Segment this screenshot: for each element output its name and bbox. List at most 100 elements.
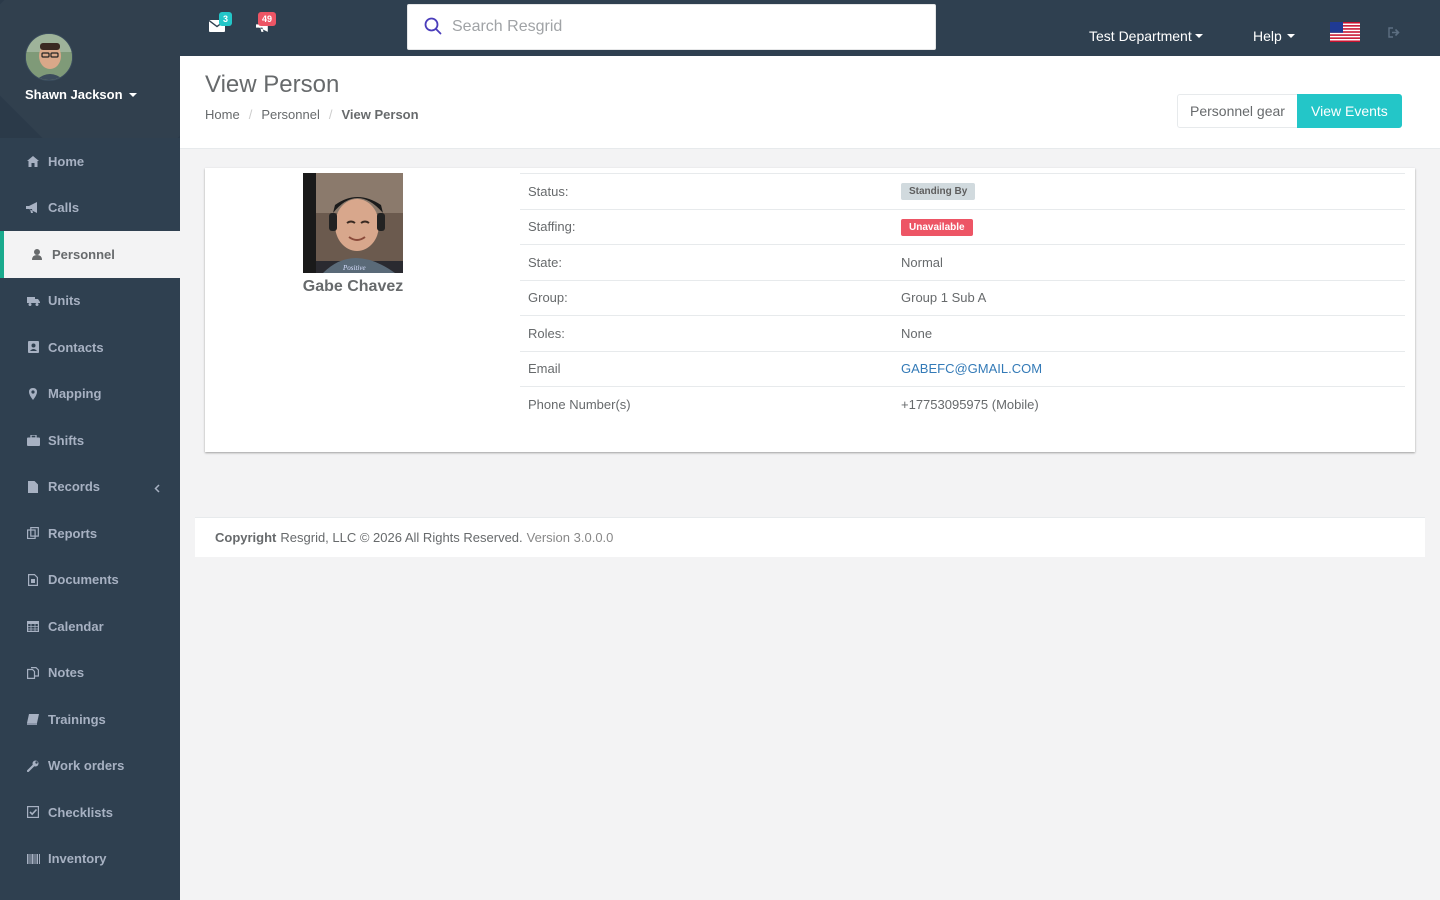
row-value: Unavailable [901, 218, 1405, 236]
row-label: Group: [528, 290, 568, 306]
table-row: Status: Standing By [520, 173, 1405, 209]
breadcrumb-separator: / [248, 107, 253, 122]
file-text-icon [25, 573, 41, 587]
chevron-left-icon [154, 481, 160, 496]
topbar: 3 49 Test Department Help [180, 0, 1440, 56]
sidebar-item-label: Work orders [48, 758, 125, 774]
table-row: Email GABEFC@GMAIL.COM [520, 350, 1405, 387]
sidebar-item-label: Shifts [48, 432, 85, 448]
footer: Copyright Resgrid, LLC © 2026 All Rights… [195, 517, 1425, 557]
sidebar-item-inventory[interactable]: Inventory [0, 836, 180, 883]
sidebar-item-mapping[interactable]: Mapping [0, 371, 180, 418]
sidebar-item-label: Records [48, 479, 101, 495]
breadcrumb-current: View Person [341, 107, 419, 122]
row-value: None [901, 325, 933, 341]
calls-button[interactable]: 49 [256, 12, 277, 36]
person-panel: Positive Gabe Chavez Status: Standing By… [205, 168, 1415, 452]
sidebar-item-label: Calls [48, 200, 80, 216]
breadcrumb-separator: / [328, 107, 333, 122]
sidebar-item-label: Checklists [48, 804, 114, 820]
sidebar-item-units[interactable]: Units [0, 278, 180, 325]
search-icon [424, 17, 442, 38]
avatar[interactable] [25, 33, 73, 81]
breadcrumb-personnel[interactable]: Personnel [261, 107, 320, 122]
copyright-text: Resgrid, LLC © 2026 All Rights Reserved. [280, 530, 523, 545]
svg-text:Positive: Positive [342, 264, 366, 272]
wrench-icon [25, 759, 41, 773]
sidebar-item-work-orders[interactable]: Work orders [0, 743, 180, 790]
status-badge: Standing By [901, 183, 976, 201]
messages-button[interactable]: 3 [208, 12, 233, 35]
email-link[interactable]: GABEFC@GMAIL.COM [901, 361, 1042, 376]
user-name: Shawn Jackson [25, 87, 123, 102]
sidebar-item-label: Trainings [48, 711, 106, 727]
sidebar-item-label: Mapping [48, 386, 102, 402]
sidebar-item-home[interactable]: Home [0, 138, 180, 185]
sidebar-item-label: Contacts [48, 339, 104, 355]
sidebar-profile: Shawn Jackson [0, 0, 180, 138]
row-label: State: [528, 254, 562, 270]
row-label: Staffing: [528, 219, 576, 235]
breadcrumb: Home / Personnel / View Person [205, 107, 419, 122]
logout-icon[interactable] [1388, 26, 1401, 41]
messages-badge: 3 [219, 12, 233, 26]
calls-badge: 49 [258, 12, 277, 26]
help-label: Help [1253, 28, 1282, 44]
row-value: GABEFC@GMAIL.COM [901, 361, 1405, 376]
breadcrumb-home[interactable]: Home [205, 107, 240, 122]
view-events-button[interactable]: View Events [1297, 94, 1402, 128]
personnel-gear-button[interactable]: Personnel gear [1177, 94, 1298, 128]
sidebar-item-label: Notes [48, 665, 85, 681]
row-label: Email [528, 361, 561, 377]
table-row: State: Normal [520, 244, 1405, 280]
sidebar-item-documents[interactable]: Documents [0, 557, 180, 604]
page-heading: View Person Home / Personnel / View Pers… [180, 56, 1440, 149]
person-name: Gabe Chavez [302, 278, 404, 295]
briefcase-icon [25, 433, 41, 447]
sidebar-item-records[interactable]: Records [0, 464, 180, 511]
department-dropdown[interactable]: Test Department [1089, 28, 1203, 44]
table-row: Staffing: Unavailable [520, 208, 1405, 245]
sidebar-item-label: Documents [48, 572, 119, 588]
sidebar-nav: Home Calls Personnel Units Contacts Mapp… [0, 138, 180, 882]
row-value: +17753095975 (Mobile) [901, 396, 1039, 412]
user-menu[interactable]: Shawn Jackson [25, 87, 137, 102]
sidebar-item-label: Units [48, 293, 81, 309]
sidebar-item-reports[interactable]: Reports [0, 510, 180, 557]
sidebar-item-checklists[interactable]: Checklists [0, 789, 180, 836]
sidebar-item-label: Home [48, 153, 85, 169]
sidebar-item-trainings[interactable]: Trainings [0, 696, 180, 743]
sidebar-item-calls[interactable]: Calls [0, 185, 180, 232]
sidebar-item-personnel[interactable]: Personnel [0, 231, 180, 278]
search-box[interactable] [407, 4, 936, 50]
person-photo: Positive [303, 173, 403, 273]
sidebar-item-notes[interactable]: Notes [0, 650, 180, 697]
barcode-icon [25, 852, 41, 866]
copyright-label: Copyright [215, 530, 277, 545]
row-value: Standing By [901, 182, 1405, 201]
sidebar-item-contacts[interactable]: Contacts [0, 324, 180, 371]
address-book-icon [25, 340, 41, 354]
row-label: Phone Number(s) [528, 396, 631, 412]
person-details-table: Status: Standing By Staffing: Unavailabl… [520, 173, 1405, 422]
row-value: Normal [901, 254, 943, 270]
files-icon [25, 666, 41, 680]
us-flag-icon[interactable] [1330, 22, 1360, 42]
row-label: Roles: [528, 325, 565, 341]
sidebar-item-shifts[interactable]: Shifts [0, 417, 180, 464]
check-square-icon [25, 805, 41, 819]
caret-down-icon [1286, 34, 1295, 38]
bullhorn-icon [25, 201, 41, 215]
table-row: Phone Number(s) +17753095975 (Mobile) [520, 386, 1405, 422]
help-dropdown[interactable]: Help [1253, 28, 1295, 44]
search-input[interactable] [452, 18, 892, 36]
caret-down-icon [1194, 34, 1203, 38]
home-icon [25, 154, 41, 168]
row-value: Group 1 Sub A [901, 290, 987, 306]
map-marker-icon [25, 387, 41, 401]
sidebar-item-calendar[interactable]: Calendar [0, 603, 180, 650]
copy-icon [25, 526, 41, 540]
department-label: Test Department [1089, 28, 1192, 44]
staffing-badge: Unavailable [901, 218, 973, 236]
table-row: Roles: None [520, 315, 1405, 351]
